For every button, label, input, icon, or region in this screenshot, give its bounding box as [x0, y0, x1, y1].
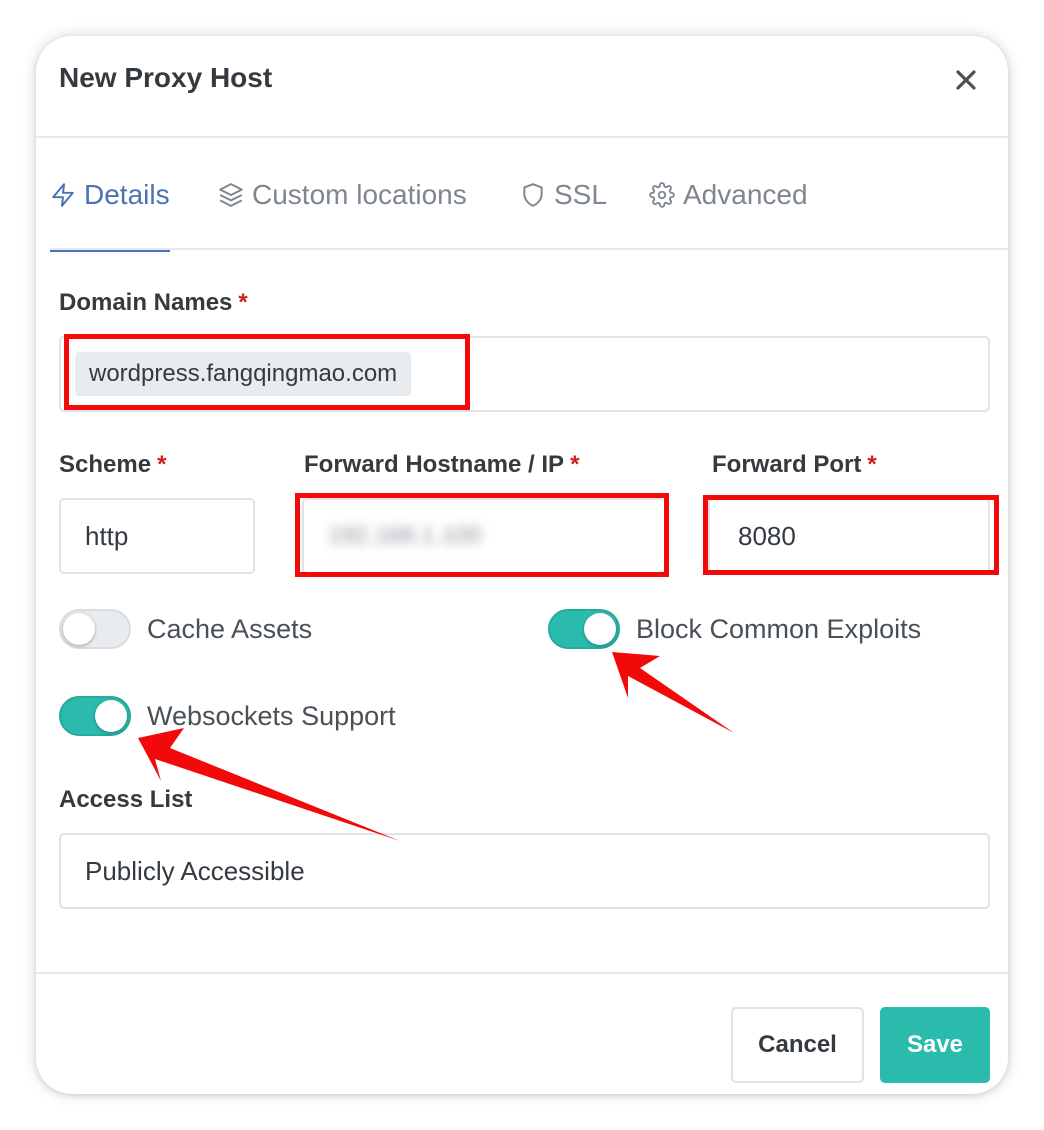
tab-bar: Details Custom locations SSL Advanced — [50, 140, 1008, 252]
forward-port-value: 8080 — [738, 520, 796, 551]
cancel-button-label: Cancel — [758, 1031, 837, 1058]
tab-label: Details — [84, 179, 170, 210]
required-mark: * — [867, 451, 877, 478]
required-mark: * — [238, 289, 248, 316]
block-exploits-row: Block Common Exploits — [548, 609, 921, 649]
save-button-label: Save — [906, 1031, 964, 1058]
toggle-knob — [63, 613, 95, 645]
gear-icon — [649, 182, 675, 208]
access-list-label-text: Access List — [59, 786, 193, 813]
tab-details[interactable]: Details — [50, 140, 170, 252]
websockets-toggle[interactable] — [59, 696, 131, 736]
websockets-row: Websockets Support — [59, 696, 396, 736]
domain-chip-text: wordpress.fangqingmao.com — [89, 360, 398, 387]
modal-header: New Proxy Host — [36, 36, 1008, 138]
domain-names-input[interactable]: wordpress.fangqingmao.com — [59, 336, 990, 412]
tab-advanced[interactable]: Advanced — [649, 140, 808, 250]
toggle-knob — [584, 613, 616, 645]
layers-icon — [219, 183, 243, 207]
cache-assets-toggle[interactable] — [59, 609, 131, 649]
modal-title: New Proxy Host — [59, 62, 273, 93]
cancel-button[interactable]: Cancel — [731, 1007, 864, 1083]
forward-hostname-value: 192.168.1.100 — [328, 522, 482, 549]
footer-divider — [36, 972, 1008, 974]
tab-label: SSL — [554, 179, 607, 210]
tab-ssl[interactable]: SSL — [520, 140, 607, 250]
forward-port-label: Forward Port * — [712, 451, 877, 479]
scheme-value: http — [85, 520, 129, 551]
cache-assets-row: Cache Assets — [59, 609, 312, 649]
cache-assets-label: Cache Assets — [147, 613, 313, 644]
forward-port-input[interactable]: 8080 — [708, 498, 990, 574]
scheme-label: Scheme * — [59, 451, 166, 479]
required-mark: * — [570, 451, 580, 478]
access-list-label: Access List — [59, 786, 192, 814]
tab-label: Advanced — [683, 179, 808, 210]
access-list-value: Publicly Accessible — [85, 855, 305, 886]
close-button[interactable] — [950, 64, 982, 96]
forward-hostname-input[interactable]: 192.168.1.100 — [302, 498, 666, 574]
forward-port-label-text: Forward Port — [712, 451, 862, 478]
block-exploits-toggle[interactable] — [548, 609, 620, 649]
forward-hostname-label: Forward Hostname / IP * — [304, 451, 579, 479]
zap-icon — [52, 183, 74, 207]
save-button[interactable]: Save — [880, 1007, 990, 1083]
domain-names-label: Domain Names * — [59, 289, 248, 317]
new-proxy-host-modal: New Proxy Host Details Custom locations … — [36, 36, 1008, 1094]
toggle-knob — [95, 700, 127, 732]
access-list-select[interactable]: Publicly Accessible — [59, 833, 990, 909]
domain-names-label-text: Domain Names — [59, 289, 233, 316]
forward-hostname-label-text: Forward Hostname / IP — [304, 451, 565, 478]
scheme-select[interactable]: http — [59, 498, 255, 574]
shield-icon — [523, 183, 543, 207]
tab-label: Custom locations — [252, 179, 467, 210]
websockets-label: Websockets Support — [147, 700, 396, 731]
close-icon — [956, 70, 976, 90]
domain-chip[interactable]: wordpress.fangqingmao.com — [75, 352, 412, 396]
scheme-label-text: Scheme — [59, 451, 152, 478]
block-exploits-label: Block Common Exploits — [636, 613, 922, 644]
tab-custom-locations[interactable]: Custom locations — [218, 140, 467, 250]
required-mark: * — [157, 451, 167, 478]
